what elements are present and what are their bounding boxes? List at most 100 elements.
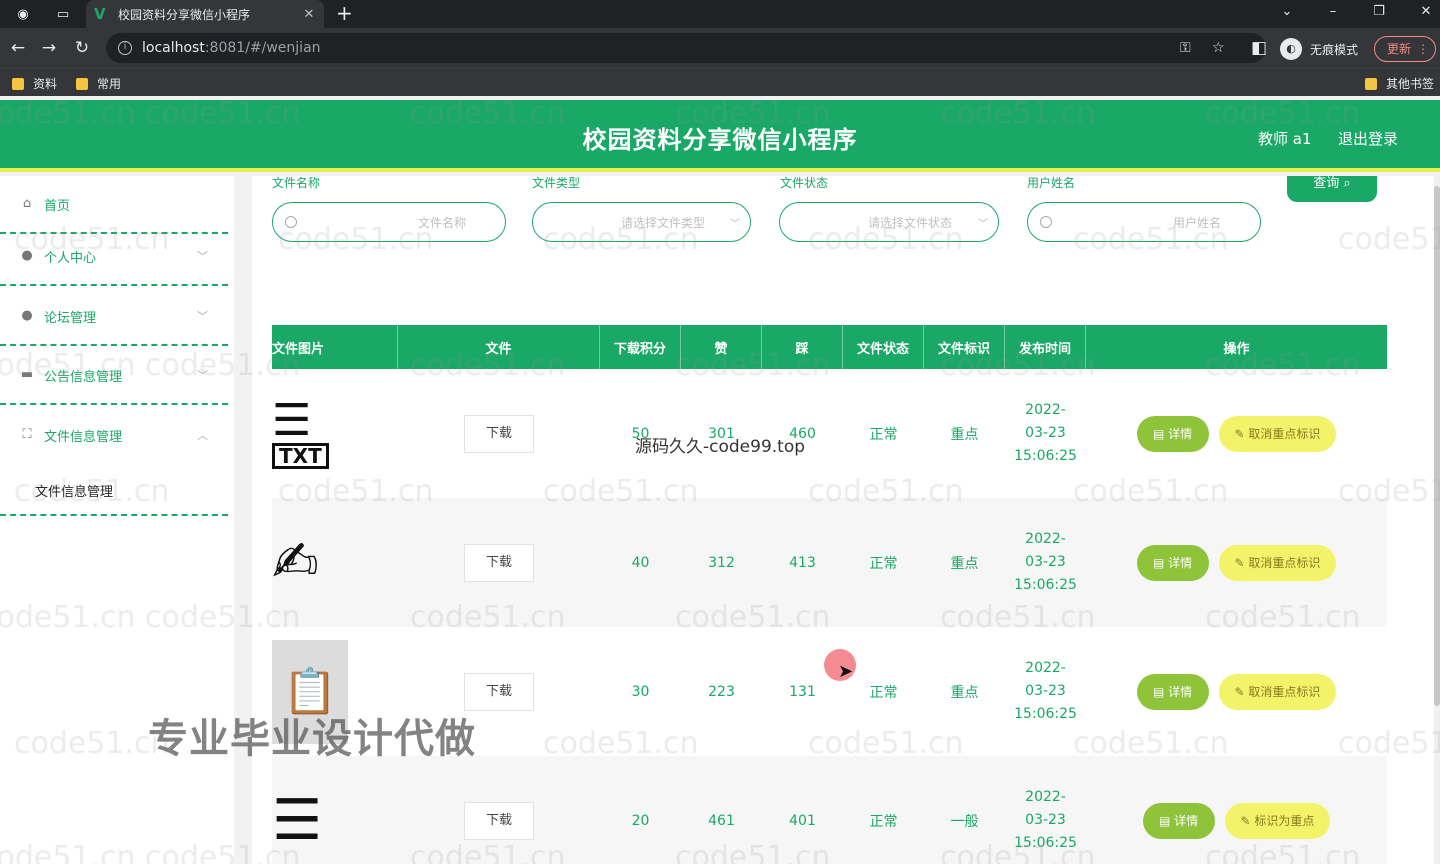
- scrollbar-thumb[interactable]: [1434, 186, 1440, 706]
- download-button[interactable]: 下载: [464, 414, 534, 453]
- placeholder: 请选择文件类型: [621, 215, 706, 230]
- query-button[interactable]: 查询 ⌕: [1287, 176, 1377, 202]
- file-table: 文件图片 文件 下载积分 赞 踩 文件状态 文件标识 发布时间 操作 ☰ TXT…: [272, 325, 1387, 864]
- status-cell: 正常: [869, 813, 898, 830]
- download-button[interactable]: 下载: [464, 543, 534, 582]
- col-header-status: 文件状态: [843, 325, 924, 369]
- txt-badge: TXT: [272, 442, 329, 469]
- close-window-icon[interactable]: ✕: [1416, 4, 1436, 19]
- username-search-input[interactable]: 用户姓名: [1027, 202, 1261, 242]
- bookmark-star-icon[interactable]: ☆: [1212, 40, 1225, 56]
- mark-cell: 重点: [950, 555, 979, 572]
- download-button[interactable]: 下载: [464, 672, 534, 711]
- table-row: ☰ TXT 下载 50 301 460 正常 重点 2022-03-23 15:…: [272, 369, 1387, 498]
- current-user: 教师 a1: [1258, 130, 1312, 148]
- incognito-indicator[interactable]: ◐ 无痕模式: [1280, 38, 1358, 60]
- actions-cell: ▤ 详情 ✎ 标识为重点: [1086, 756, 1387, 864]
- table-header: 文件图片 文件 下载积分 赞 踩 文件状态 文件标识 发布时间 操作: [272, 325, 1387, 369]
- mouse-cursor-icon: ➤: [838, 661, 854, 682]
- file-image-cell: ☰: [272, 756, 398, 864]
- time-cell: 2022-03-23 15:06:25: [1014, 402, 1077, 464]
- table-row: ☰ 下载 20 461 401 正常 一般 2022-03-23 15:06:2…: [272, 756, 1387, 864]
- chevron-down-icon: ﹀: [978, 218, 988, 230]
- chevron-down-icon: ﹀: [730, 218, 740, 230]
- briefcase-icon: ▬: [20, 367, 34, 382]
- points-cell: 40: [631, 554, 650, 571]
- page-scrollbar[interactable]: [1434, 176, 1440, 864]
- browser-tab[interactable]: V 校园资料分享微信小程序 ✕: [86, 0, 324, 28]
- placeholder: 文件名称: [418, 215, 467, 230]
- sidebar-subitem-file-info[interactable]: 文件信息管理: [0, 466, 228, 516]
- browser-menu-icon[interactable]: ◉: [14, 5, 32, 23]
- window-icon[interactable]: ▭: [54, 5, 72, 23]
- actions-cell: ▤ 详情 ✎ 取消重点标识: [1086, 498, 1387, 627]
- logout-link[interactable]: 退出登录: [1338, 128, 1398, 149]
- sidebar-item-label: 公告信息管理: [44, 369, 123, 385]
- back-icon[interactable]: ←: [8, 38, 28, 58]
- detail-button[interactable]: ▤ 详情: [1136, 415, 1209, 452]
- placeholder: 请选择文件状态: [868, 215, 953, 230]
- actions-cell: ▤ 详情 ✎ 取消重点标识: [1086, 369, 1387, 498]
- download-button[interactable]: 下载: [464, 801, 534, 840]
- sidebar-item-label: 文件信息管理: [44, 429, 123, 445]
- mark-cell: 重点: [950, 426, 979, 443]
- other-bookmarks[interactable]: 其他书签: [1365, 75, 1434, 92]
- forward-icon[interactable]: →: [39, 38, 59, 58]
- tab-search-chevron-icon[interactable]: ⌄: [1277, 4, 1297, 19]
- unmark-button[interactable]: ✎ 取消重点标识: [1218, 544, 1337, 581]
- mark-important-button[interactable]: ✎ 标识为重点: [1224, 802, 1331, 839]
- restore-icon[interactable]: ❐: [1369, 4, 1389, 19]
- sidebar-item-home[interactable]: ⌂ 首页: [0, 176, 228, 234]
- site-info-icon[interactable]: i: [118, 41, 132, 55]
- status-cell: 正常: [869, 426, 898, 443]
- dislikes-cell: 401: [789, 812, 816, 829]
- minimize-icon[interactable]: –: [1323, 4, 1343, 19]
- new-tab-icon[interactable]: +: [336, 3, 353, 23]
- expand-icon: ⛶: [22, 427, 32, 442]
- sidebar-item-label: 首页: [44, 198, 71, 214]
- bookmark-folder-1[interactable]: 资料: [12, 75, 57, 92]
- filetype-select[interactable]: 请选择文件类型 ﹀: [532, 202, 751, 242]
- ad-overlay-text: 专业毕业设计代做: [148, 716, 476, 762]
- tab-close-icon[interactable]: ✕: [302, 7, 316, 22]
- time-cell: 2022-03-23 15:06:25: [1014, 789, 1077, 851]
- search-icon: [285, 216, 297, 228]
- omnibox[interactable]: i localhost:8081/#/wenjian ⚿ ☆: [106, 33, 1266, 63]
- detail-button[interactable]: ▤ 详情: [1142, 802, 1215, 839]
- filename-search-input[interactable]: 文件名称: [272, 202, 506, 242]
- url-text[interactable]: localhost:8081/#/wenjian: [142, 40, 321, 56]
- user-icon: ●: [21, 308, 33, 323]
- sidebar-item-forum[interactable]: ● 论坛管理 ﹀: [0, 288, 228, 346]
- folder-icon: [76, 77, 88, 90]
- sidebar-item-file-info[interactable]: ⛶ 文件信息管理 ︿: [0, 406, 228, 464]
- unmark-button[interactable]: ✎ 取消重点标识: [1218, 415, 1337, 452]
- col-header-points: 下载积分: [600, 325, 681, 369]
- incognito-label: 无痕模式: [1310, 42, 1359, 57]
- sidebar-item-personal-center[interactable]: ● 个人中心 ﹀: [0, 228, 228, 286]
- key-icon[interactable]: ⚿: [1180, 40, 1191, 56]
- col-header-actions: 操作: [1223, 341, 1250, 357]
- chevron-down-icon: ﹀: [197, 369, 208, 382]
- points-cell: 20: [631, 812, 650, 829]
- chevron-down-icon: ﹀: [197, 250, 208, 263]
- unmark-button[interactable]: ✎ 取消重点标识: [1218, 673, 1337, 710]
- detail-button[interactable]: ▤ 详情: [1136, 673, 1209, 710]
- txt-file-icon: ☰ TXT: [272, 382, 348, 486]
- col-header-time: 发布时间: [1005, 325, 1086, 369]
- more-icon: ⋮: [1417, 42, 1429, 56]
- detail-button[interactable]: ▤ 详情: [1136, 544, 1209, 581]
- browser-tab-bar: ◉ ▭ V 校园资料分享微信小程序 ✕ + ⌄ – ❐ ✕: [0, 0, 1440, 28]
- chevron-up-icon: ︿: [197, 429, 208, 442]
- search-label-filetype: 文件类型: [532, 176, 581, 190]
- reload-icon[interactable]: ↻: [72, 38, 92, 58]
- folder-icon: [1365, 77, 1377, 90]
- update-button[interactable]: 更新 ⋮: [1374, 36, 1436, 62]
- bookmark-folder-2[interactable]: 常用: [76, 75, 121, 92]
- filestatus-select[interactable]: 请选择文件状态 ﹀: [779, 202, 999, 242]
- dislikes-cell: 131: [789, 683, 816, 700]
- points-cell: 30: [631, 683, 650, 700]
- sidebar-item-notice[interactable]: ▬ 公告信息管理 ﹀: [0, 347, 228, 405]
- mark-cell: 重点: [950, 684, 979, 701]
- reading-mode-icon[interactable]: ◧: [1249, 38, 1269, 58]
- search-label-filestatus: 文件状态: [780, 176, 829, 190]
